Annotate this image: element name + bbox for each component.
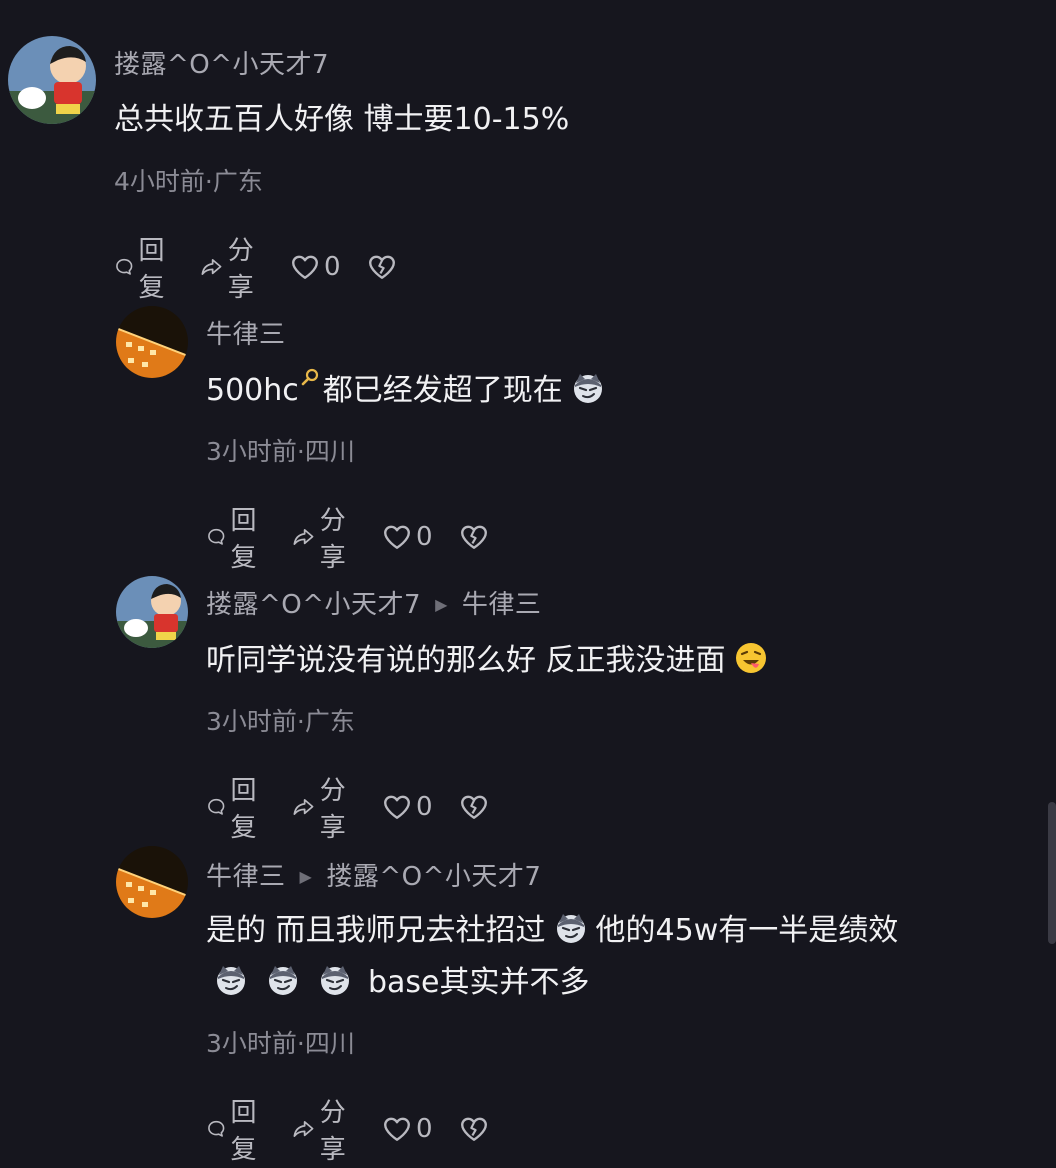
like-button[interactable]: 0 xyxy=(290,252,341,282)
comment-text-line-2: base其实并不多 xyxy=(206,958,590,1008)
dislike-button[interactable] xyxy=(367,252,401,282)
like-button[interactable]: 0 xyxy=(382,792,433,822)
comment-meta: 3小时前·四川 xyxy=(206,1029,355,1058)
reply-arrow-icon: ▶ xyxy=(435,595,448,614)
text-segment: 都已经发超了现在 xyxy=(322,373,563,408)
comment-username[interactable]: 牛律三 xyxy=(206,314,286,351)
reply-to-name[interactable]: 牛律三 xyxy=(462,590,542,620)
like-count: 0 xyxy=(416,1114,433,1144)
comment-actions: 回复 分享 0 xyxy=(206,1092,519,1166)
comment-meta: 3小时前·广东 xyxy=(206,707,355,736)
comment-bubble-icon xyxy=(206,1114,226,1144)
avatar[interactable] xyxy=(116,576,188,648)
reply-button[interactable]: 回复 xyxy=(206,770,266,844)
scrollbar[interactable] xyxy=(1048,802,1056,944)
share-arrow-icon xyxy=(292,1114,316,1144)
reply-button[interactable]: 回复 xyxy=(206,500,266,574)
text-segment: 是的 而且我师兄去社招过 xyxy=(206,913,546,948)
reply-label: 回复 xyxy=(230,776,257,843)
author-name[interactable]: 牛律三 xyxy=(206,862,286,892)
comment-username[interactable]: 搂露^O^小天才7 xyxy=(114,44,329,81)
dislike-button[interactable] xyxy=(459,792,493,822)
comment-actions: 回复 分享 0 xyxy=(206,500,519,574)
heart-icon xyxy=(382,1114,412,1144)
comment-bubble-icon xyxy=(114,252,134,282)
comment-text: 是的 而且我师兄去社招过 他的45w有一半是绩效 xyxy=(206,906,898,956)
share-label: 分享 xyxy=(227,236,254,303)
avatar[interactable] xyxy=(116,846,188,918)
comment-bubble-icon xyxy=(206,792,226,822)
share-arrow-icon xyxy=(292,522,316,552)
reply-button[interactable]: 回复 xyxy=(114,230,174,304)
broken-heart-icon xyxy=(367,252,397,282)
text-segment: 他的45w有一半是绩效 xyxy=(595,913,899,948)
share-button[interactable]: 分享 xyxy=(292,770,356,844)
like-count: 0 xyxy=(324,252,341,282)
broken-heart-icon xyxy=(459,792,489,822)
heart-icon xyxy=(382,522,412,552)
share-label: 分享 xyxy=(319,506,346,573)
reply-label: 回复 xyxy=(138,236,165,303)
avatar[interactable] xyxy=(116,306,188,378)
smirk-dog-emoji xyxy=(266,963,300,997)
like-count: 0 xyxy=(416,792,433,822)
smirk-dog-emoji xyxy=(318,963,352,997)
comment-text: 总共收五百人好像 博士要10-15% xyxy=(114,102,570,137)
comment-username: 搂露^O^小天才7 ▶ 牛律三 xyxy=(206,584,541,621)
broken-heart-icon xyxy=(459,1114,489,1144)
tongue-out-emoji xyxy=(734,641,768,675)
author-name[interactable]: 搂露^O^小天才7 xyxy=(206,590,421,620)
dislike-button[interactable] xyxy=(459,522,493,552)
comment-actions: 回复 分享 0 xyxy=(114,230,427,304)
comment-actions: 回复 分享 0 xyxy=(206,770,519,844)
text-segment: base其实并不多 xyxy=(368,965,590,1000)
share-arrow-icon xyxy=(200,252,224,282)
broken-heart-icon xyxy=(459,522,489,552)
dislike-button[interactable] xyxy=(459,1114,493,1144)
heart-icon xyxy=(290,252,320,282)
comment-username: 牛律三 ▶ 搂露^O^小天才7 xyxy=(206,856,541,893)
share-arrow-icon xyxy=(292,792,316,822)
heart-icon xyxy=(382,792,412,822)
share-button[interactable]: 分享 xyxy=(200,230,264,304)
share-label: 分享 xyxy=(319,1098,346,1165)
like-count: 0 xyxy=(416,522,433,552)
reply-button[interactable]: 回复 xyxy=(206,1092,266,1166)
reply-to-name[interactable]: 搂露^O^小天才7 xyxy=(326,862,541,892)
smirk-dog-emoji xyxy=(214,963,248,997)
reply-arrow-icon: ▶ xyxy=(299,867,313,886)
search-icon[interactable] xyxy=(301,368,319,386)
share-button[interactable]: 分享 xyxy=(292,500,356,574)
like-button[interactable]: 0 xyxy=(382,522,433,552)
smirk-dog-emoji xyxy=(554,911,588,945)
comment-bubble-icon xyxy=(206,522,226,552)
comment-meta: 4小时前·广东 xyxy=(114,167,263,196)
share-button[interactable]: 分享 xyxy=(292,1092,356,1166)
comment-text: 听同学说没有说的那么好 反正我没进面 xyxy=(206,636,776,686)
share-label: 分享 xyxy=(319,776,346,843)
like-button[interactable]: 0 xyxy=(382,1114,433,1144)
avatar[interactable] xyxy=(8,36,96,124)
reply-label: 回复 xyxy=(230,506,257,573)
reply-label: 回复 xyxy=(230,1098,257,1165)
comment-text: 500hc 都已经发超了现在 xyxy=(206,366,613,416)
comment-meta: 3小时前·四川 xyxy=(206,437,355,466)
text-segment: 500hc xyxy=(206,373,299,408)
smirk-dog-emoji xyxy=(571,371,605,405)
text-segment: 听同学说没有说的那么好 反正我没进面 xyxy=(206,643,726,678)
